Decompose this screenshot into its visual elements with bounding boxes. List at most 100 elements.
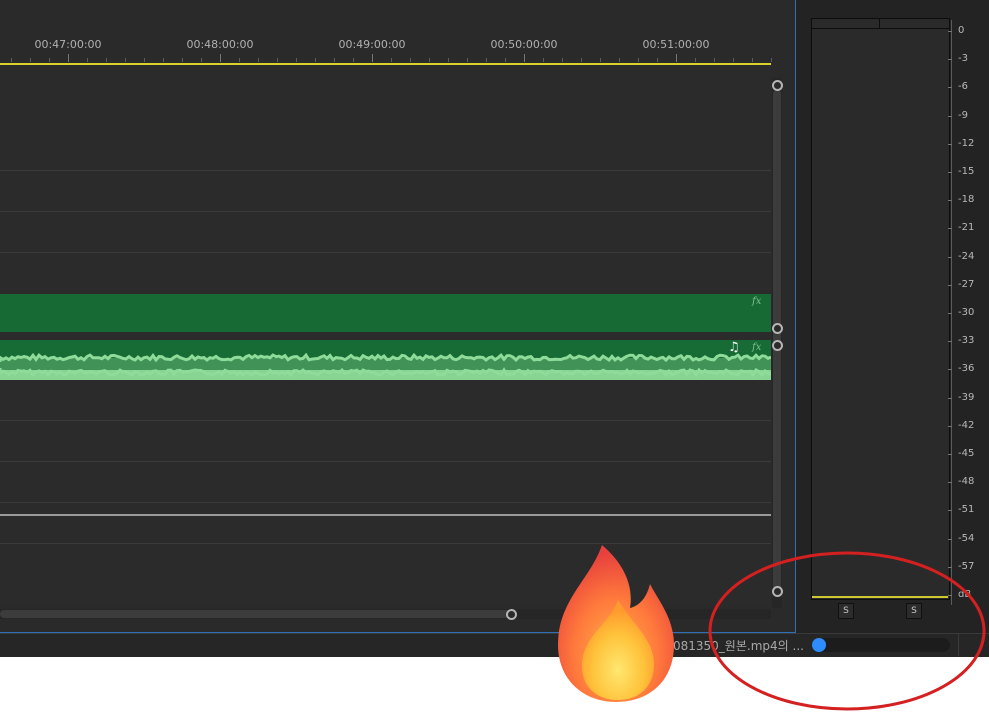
ruler-minor-tick bbox=[49, 58, 50, 62]
meter-scale-label: -3 bbox=[958, 53, 968, 65]
ruler-minor-tick bbox=[505, 58, 506, 62]
scroll-handle-mid2[interactable] bbox=[772, 340, 783, 351]
ruler-major-tick bbox=[220, 54, 221, 62]
meter-scale-label: -6 bbox=[958, 81, 968, 93]
timeline-panel[interactable]: 00:47:00:00 00:48:00:00 00:49:00:00 00:5… bbox=[0, 0, 796, 633]
meter-scale-label: -9 bbox=[958, 109, 968, 121]
meter-scale-label: -15 bbox=[958, 166, 975, 177]
meter-peak-row bbox=[811, 28, 949, 29]
zoom-handle[interactable] bbox=[506, 609, 517, 620]
meter-scale-label: -51 bbox=[958, 504, 975, 516]
meter-scale-tick bbox=[948, 454, 952, 455]
meter-scale-label: -36 bbox=[958, 363, 975, 375]
scroll-handle-top[interactable] bbox=[772, 80, 783, 91]
track-divider bbox=[0, 502, 771, 503]
timecode-label: 00:48:00:00 bbox=[186, 38, 254, 51]
timecode-label: 00:51:00:00 bbox=[642, 38, 710, 51]
meter-scale-label: -42 bbox=[958, 419, 975, 431]
video-clip[interactable]: fx bbox=[0, 294, 771, 332]
ruler-major-tick bbox=[372, 54, 373, 62]
meter-scale-tick bbox=[948, 369, 952, 371]
ruler-minor-tick bbox=[334, 58, 335, 62]
ruler-minor-tick bbox=[163, 58, 164, 62]
meter-channel-divider bbox=[879, 18, 880, 28]
time-ruler[interactable]: 00:47:00:00 00:48:00:00 00:49:00:00 00:5… bbox=[0, 0, 775, 62]
ruler-minor-tick bbox=[144, 58, 145, 62]
meter-scale-tick bbox=[948, 397, 952, 399]
ruler-minor-tick bbox=[106, 58, 107, 62]
ruler-minor-tick bbox=[771, 58, 772, 62]
audio-clip[interactable]: ♫ fx bbox=[0, 340, 771, 380]
meter-scale-tick bbox=[948, 143, 952, 145]
meter-scale-label: -21 bbox=[958, 222, 975, 234]
meter-scale-tick bbox=[948, 172, 952, 173]
meter-scale-label: -27 bbox=[958, 278, 975, 290]
meter-scale-tick bbox=[948, 538, 952, 540]
meter-scale-tick bbox=[948, 284, 952, 286]
timecode-label: 00:47:00:00 bbox=[34, 38, 102, 51]
meter-scale-label: -33 bbox=[958, 335, 975, 347]
track-area[interactable] bbox=[0, 66, 771, 606]
meter-scale-label: -18 bbox=[958, 194, 975, 206]
ruler-minor-tick bbox=[695, 58, 696, 62]
track-level-line[interactable] bbox=[0, 514, 771, 516]
ruler-minor-tick bbox=[258, 58, 259, 62]
ruler-minor-tick bbox=[448, 58, 449, 62]
ruler-minor-tick bbox=[619, 58, 620, 62]
horizontal-scroll-thumb[interactable] bbox=[0, 610, 510, 618]
ruler-major-tick bbox=[68, 54, 69, 62]
fire-emoji-icon bbox=[558, 545, 674, 702]
meter-scale-label: -24 bbox=[958, 250, 975, 262]
audio-meter bbox=[811, 18, 950, 600]
ruler-minor-tick bbox=[562, 58, 563, 62]
meter-scale-tick bbox=[948, 228, 952, 230]
ruler-minor-tick bbox=[296, 58, 297, 62]
ruler-minor-tick bbox=[182, 58, 183, 62]
track-divider bbox=[0, 211, 771, 212]
meter-scale-label: 0 bbox=[958, 25, 965, 36]
ruler-minor-tick bbox=[239, 58, 240, 62]
audio-waveform bbox=[0, 352, 771, 380]
ruler-minor-tick bbox=[752, 58, 753, 62]
ruler-major-tick bbox=[524, 54, 525, 62]
ruler-minor-tick bbox=[581, 58, 582, 62]
ruler-minor-tick bbox=[353, 58, 354, 62]
ruler-minor-tick bbox=[11, 58, 12, 62]
ruler-minor-tick bbox=[733, 58, 734, 62]
ruler-minor-tick bbox=[657, 58, 658, 62]
meter-scale-label: -54 bbox=[958, 532, 975, 544]
ruler-minor-tick bbox=[125, 58, 126, 62]
meter-scale-tick bbox=[948, 87, 952, 89]
ruler-minor-tick bbox=[277, 58, 278, 62]
timecode-label: 00:50:00:00 bbox=[490, 38, 558, 51]
ruler-minor-tick bbox=[543, 58, 544, 62]
music-note-icon: ♫ bbox=[728, 340, 740, 355]
ruler-minor-tick bbox=[429, 58, 430, 62]
meter-scale-tick bbox=[948, 59, 952, 61]
fx-badge[interactable]: fx bbox=[752, 296, 761, 307]
annotation-ellipse bbox=[708, 551, 986, 711]
meter-scale-label: -48 bbox=[958, 476, 975, 488]
scroll-handle-mid[interactable] bbox=[772, 323, 783, 334]
ruler-minor-tick bbox=[600, 58, 601, 62]
track-divider bbox=[0, 170, 771, 171]
ruler-minor-tick bbox=[30, 58, 31, 62]
meter-scale-tick bbox=[948, 341, 952, 343]
meter-scale-label: -39 bbox=[958, 391, 975, 403]
ruler-major-tick bbox=[676, 54, 677, 62]
track-divider bbox=[0, 461, 771, 462]
meter-scale-tick bbox=[948, 313, 952, 314]
track-divider bbox=[0, 420, 771, 421]
timecode-label: 00:49:00:00 bbox=[338, 38, 406, 51]
ruler-minor-tick bbox=[391, 58, 392, 62]
meter-scale-tick bbox=[948, 115, 952, 117]
ruler-minor-tick bbox=[638, 58, 639, 62]
fx-badge[interactable]: fx bbox=[752, 342, 761, 353]
ruler-minor-tick bbox=[486, 58, 487, 62]
work-area-bar[interactable] bbox=[0, 63, 771, 65]
meter-scale-label: -12 bbox=[958, 137, 975, 149]
meter-scale-tick bbox=[948, 31, 952, 32]
ruler-minor-tick bbox=[87, 58, 88, 62]
meter-scale-label: -45 bbox=[958, 448, 975, 459]
ruler-minor-tick bbox=[315, 58, 316, 62]
